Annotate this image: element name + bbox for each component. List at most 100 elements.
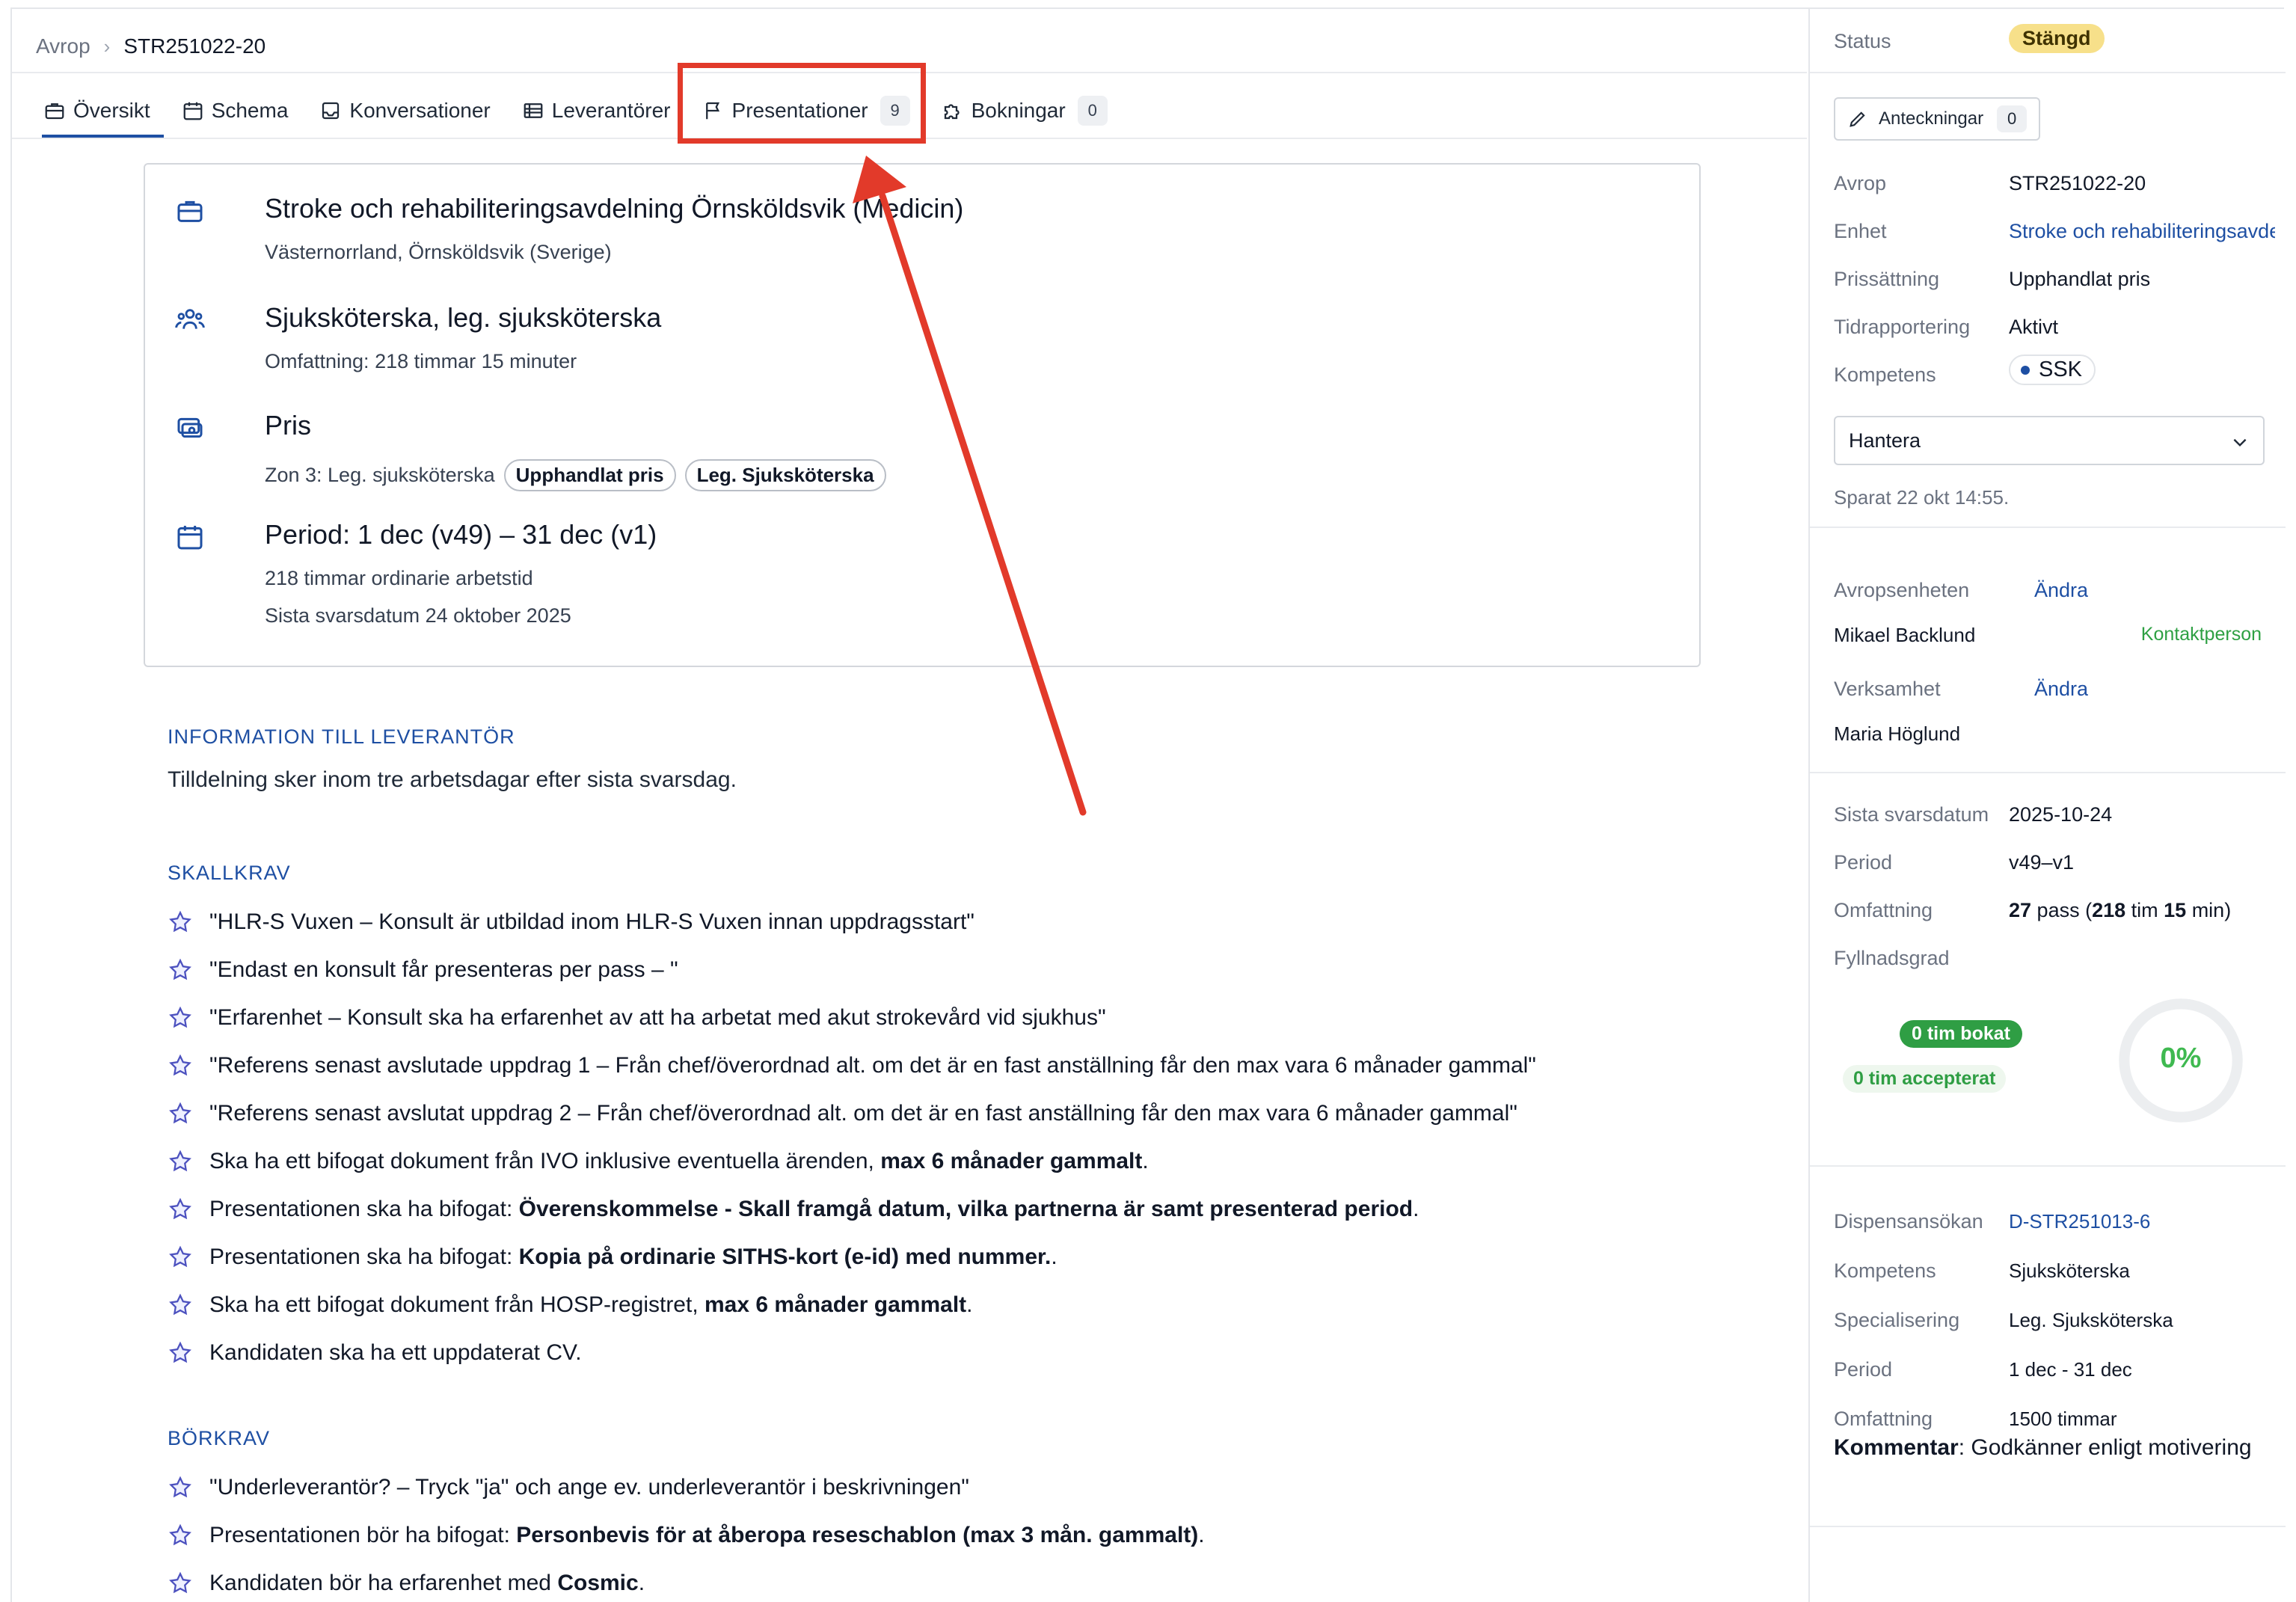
skallkrav-heading: SKALLKRAV (168, 862, 291, 884)
tab-bokningar[interactable]: Bokningar 0 (928, 84, 1121, 138)
business-person: Maria Höglund (1834, 722, 1961, 745)
dispensation-label: Specialisering (1834, 1309, 1960, 1331)
breadcrumb-root[interactable]: Avrop (36, 34, 90, 58)
requirement-item: Kandidaten bör ha erfarenhet med Cosmic. (168, 1565, 645, 1602)
period-hours: 218 timmar ordinarie arbetstid (265, 567, 533, 589)
manage-dropdown[interactable]: Hantera (1834, 416, 2265, 465)
requirement-text: Ska ha ett bifogat dokument från HOSP-re… (209, 1292, 973, 1317)
briefcase-icon (45, 103, 64, 120)
star-icon (169, 1571, 191, 1594)
saved-text: Sparat 22 okt 14:55. (1834, 486, 2010, 509)
period-label: Period (1834, 851, 1893, 874)
money-icon (177, 417, 203, 438)
star-icon (169, 1150, 191, 1172)
detail-value: STR251022-20 (2009, 172, 2146, 194)
requirement-item: "Referens senast avslutade uppdrag 1 – F… (168, 1047, 1536, 1084)
requirement-item: Kandidaten ska ha ett uppdaterat CV. (168, 1334, 582, 1372)
status-label: Status (1834, 30, 1891, 52)
notes-label: Anteckningar (1879, 108, 1984, 129)
dispensation-label: Period (1834, 1358, 1893, 1381)
dispensation-label: Dispensansökan (1834, 1210, 1983, 1233)
tab-schema[interactable]: Schema (168, 84, 302, 138)
requirement-emphasis: Överenskommelse - Skall framgå datum, vi… (518, 1197, 1413, 1221)
star-icon (169, 1341, 191, 1363)
borkrav-heading: BÖRKRAV (168, 1427, 271, 1449)
status-badge: Stängd (2009, 24, 2105, 53)
requirement-item: "Erfarenhet – Konsult ska ha erfarenhet … (168, 999, 1106, 1037)
requirement-text: "Referens senast avslutade uppdrag 1 – F… (209, 1053, 1536, 1078)
breadcrumb-chevron-icon: › (103, 34, 111, 58)
summary-card: Stroke och rehabiliteringsavdelning Örns… (144, 163, 1701, 667)
dispensation-value: Sjuksköterska (2009, 1259, 2130, 1282)
notes-button[interactable]: Anteckningar 0 (1834, 97, 2040, 141)
details-sidebar: Status Stängd Anteckningar 0 Avrop STR25… (1808, 9, 2286, 1602)
tab-konversationer[interactable]: Konversationer (306, 84, 503, 138)
detail-label: Avrop (1834, 172, 1887, 194)
unit-edit-link[interactable]: Ändra (2034, 579, 2088, 602)
price-zone: Zon 3: Leg. sjuksköterska (265, 464, 495, 486)
period-value: v49–v1 (2009, 851, 2075, 874)
competence-dot-icon (2021, 365, 2030, 375)
requirement-text: Presentationen ska ha bifogat: Överensko… (209, 1197, 1419, 1221)
star-icon (169, 1523, 191, 1546)
scope-hours: 218 (2092, 899, 2126, 921)
scope-label: Omfattning (1834, 899, 1933, 921)
star-icon (169, 1476, 191, 1498)
price-tag: Upphandlat pris (503, 459, 676, 491)
business-edit-link[interactable]: Ändra (2034, 678, 2088, 701)
comment-label: Kommentar (1834, 1435, 1959, 1460)
tab-count-badge: 0 (1077, 96, 1108, 126)
price-details: Zon 3: Leg. sjuksköterska Upphandlat pri… (265, 459, 886, 491)
briefcase-icon (177, 200, 203, 222)
requirement-text: Presentationen bör ha bifogat: Personbev… (209, 1523, 1205, 1547)
tab-label: Schema (211, 99, 289, 122)
dispensation-value: 1 dec - 31 dec (2009, 1358, 2132, 1381)
detail-value: Aktivt (2009, 316, 2059, 338)
specialization-tag: Leg. Sjuksköterska (684, 459, 886, 491)
dispensation-value: Leg. Sjuksköterska (2009, 1309, 2173, 1331)
dispensation-label: Kompetens (1834, 1259, 1936, 1282)
deadline-value: 2025-10-24 (2009, 803, 2113, 826)
role-title: Sjuksköterska, leg. sjuksköterska (265, 302, 662, 333)
unit-link[interactable]: Stroke och rehabiliteringsavdelning (2009, 220, 2275, 243)
booked-badge: 0 tim bokat (1900, 1020, 2022, 1048)
requirement-item: Presentationen ska ha bifogat: Kopia på … (168, 1239, 1058, 1276)
tab-label: Översikt (73, 99, 150, 122)
tab-bar: Översikt Schema Konversationer Leverantö… (30, 84, 1126, 138)
sidebar-divider (1810, 1165, 2286, 1167)
business-label: Verksamhet (1834, 678, 1941, 700)
scope-min-unit: min) (2186, 899, 2232, 921)
star-icon (169, 1102, 191, 1124)
info-text: Tilldelning sker inom tre arbetsdagar ef… (168, 767, 737, 792)
info-heading: INFORMATION TILL LEVERANTÖR (168, 725, 515, 748)
scope-pass-unit: pass ( (2031, 899, 2093, 921)
detail-label: Tidrapportering (1834, 316, 1971, 338)
breadcrumb-current: STR251022-20 (123, 34, 266, 58)
dispensation-link[interactable]: D-STR251013-6 (2009, 1210, 2150, 1233)
pencil-icon (1850, 111, 1865, 127)
dispensation-value: 1500 timmar (2009, 1408, 2117, 1430)
scope-min: 15 (2164, 899, 2187, 921)
requirement-text: "HLR-S Vuxen – Konsult är utbildad inom … (209, 909, 974, 934)
deadline-label: Sista svarsdatum (1834, 803, 1989, 826)
main-panel: Avrop › STR251022-20 Översikt Schema Kon… (12, 9, 1807, 1602)
requirement-text: Ska ha ett bifogat dokument från IVO ink… (209, 1149, 1149, 1173)
star-icon (169, 1054, 191, 1076)
requirement-item: "Endast en konsult får presenteras per p… (168, 951, 678, 989)
requirement-emphasis: Kopia på ordinarie SITHS-kort (e-id) med… (518, 1245, 1052, 1269)
calendar-icon (183, 102, 203, 120)
detail-label: Enhet (1834, 220, 1887, 242)
star-icon (169, 910, 191, 933)
requirement-item: Presentationen bör ha bifogat: Personbev… (168, 1517, 1205, 1554)
scope-value: 27 pass (218 tim 15 min) (2009, 899, 2231, 922)
tab-oversikt[interactable]: Översikt (30, 84, 164, 138)
tab-label: Leverantörer (551, 99, 671, 122)
comment: Kommentar: Godkänner enligt motivering (1834, 1430, 2253, 1466)
app-window: Avrop › STR251022-20 Översikt Schema Kon… (0, 0, 2296, 1602)
scope-pass: 27 (2009, 899, 2032, 921)
inbox-icon (322, 102, 340, 120)
tab-leverantorer[interactable]: Leverantörer (509, 84, 684, 138)
requirement-text: "Endast en konsult får presenteras per p… (209, 957, 678, 982)
requirement-item: "HLR-S Vuxen – Konsult är utbildad inom … (168, 903, 974, 941)
requirement-text: "Referens senast avslutat uppdrag 2 – Fr… (209, 1101, 1517, 1126)
